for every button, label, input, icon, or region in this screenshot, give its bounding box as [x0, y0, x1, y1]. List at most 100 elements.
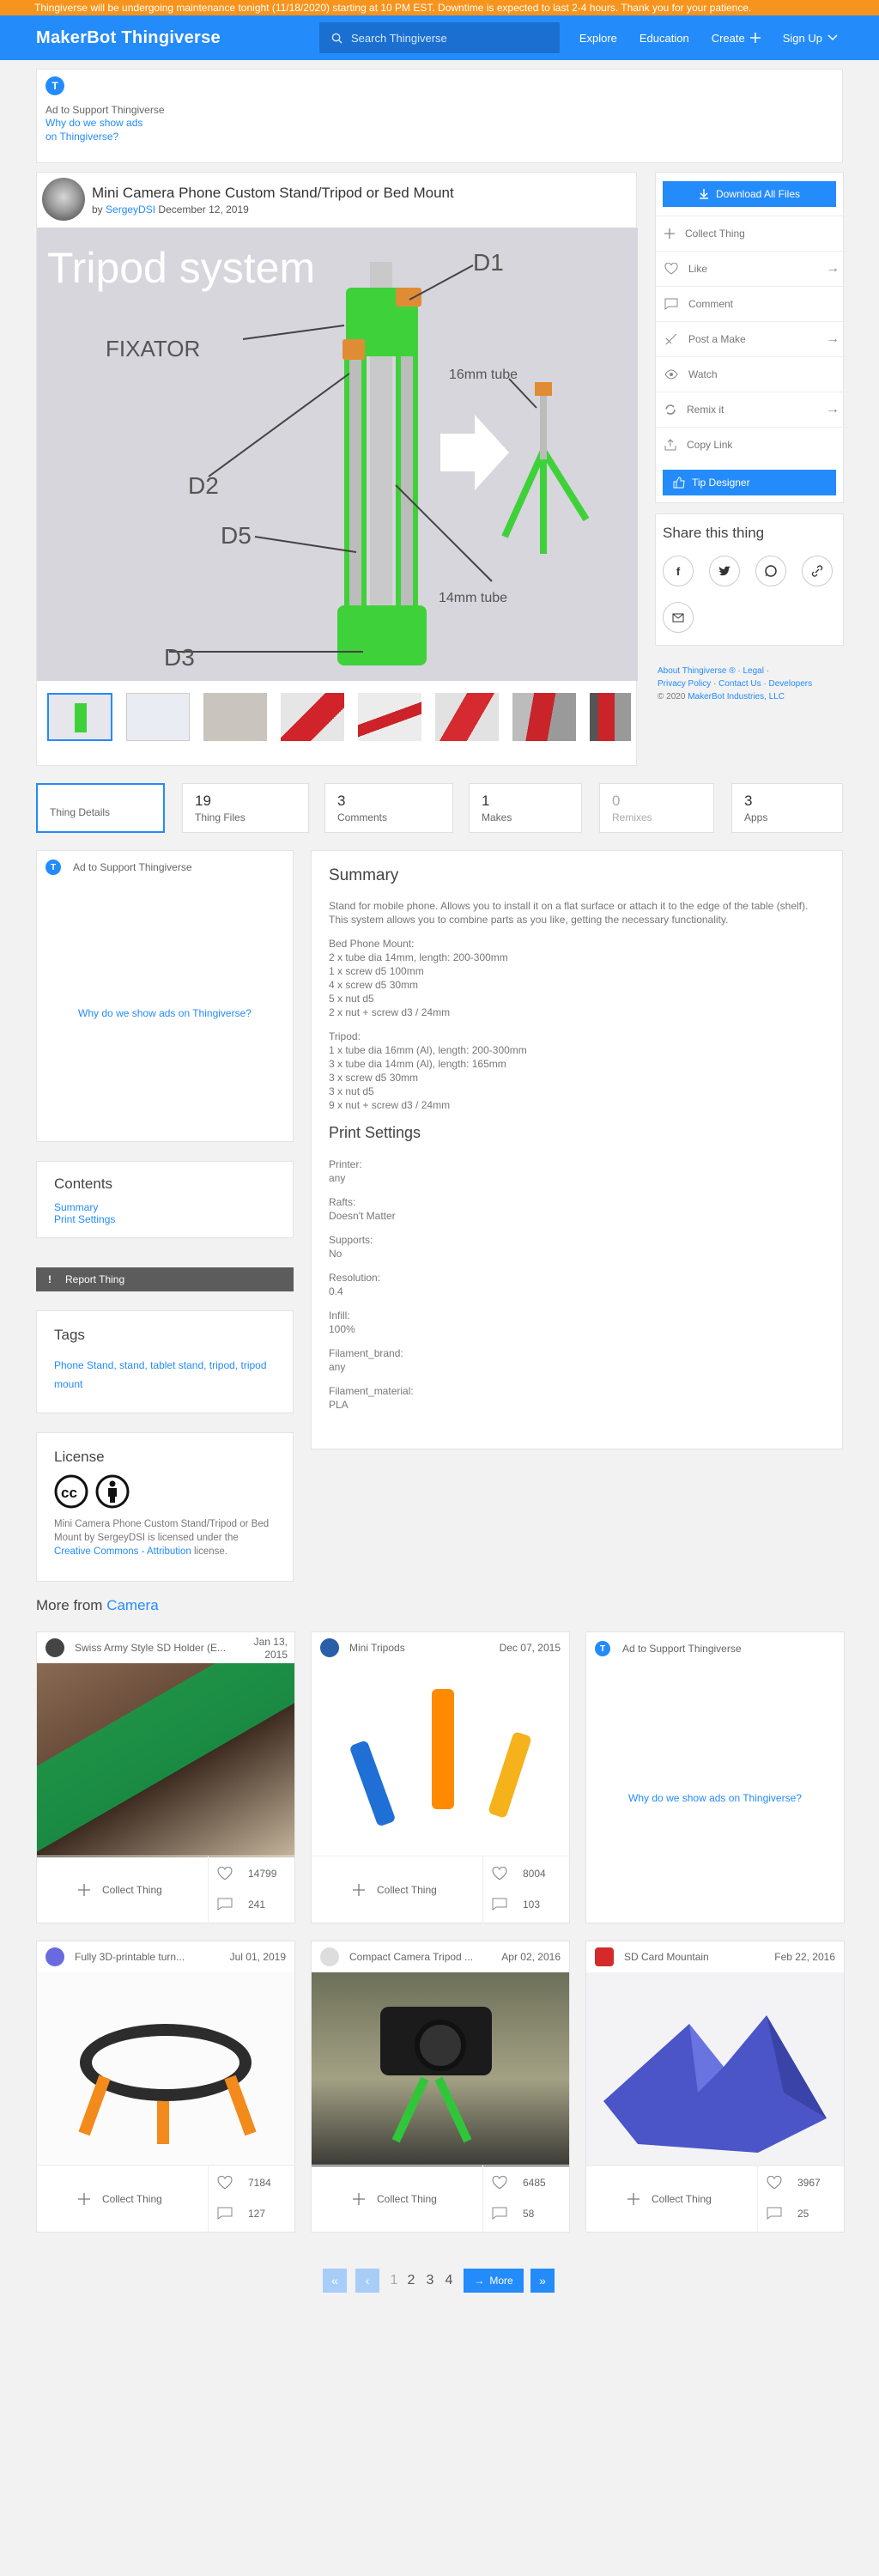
- report-thing-button[interactable]: ! Report Thing: [36, 1267, 294, 1291]
- tab-makes[interactable]: 1 Makes: [469, 783, 582, 833]
- page-1[interactable]: 1: [386, 2269, 402, 2293]
- thing-card-title[interactable]: Fully 3D-printable turn...: [75, 1951, 185, 1963]
- main-image[interactable]: Tripod system D1 FIXATOR 16mm tube D2 D5…: [37, 228, 638, 681]
- setting-key: Filament_brand:: [329, 1347, 403, 1359]
- author-link[interactable]: SergeyDSI: [106, 204, 155, 216]
- thing-card-image[interactable]: [37, 1972, 294, 2166]
- thing-card[interactable]: Fully 3D-printable turn... Jul 01, 2019 C…: [36, 1941, 295, 2233]
- collect-thing-button[interactable]: Collect Thing: [312, 1856, 483, 1923]
- tags-list[interactable]: Phone Stand, stand, tablet stand, tripod…: [54, 1356, 276, 1394]
- thing-card-title[interactable]: Mini Tripods: [349, 1642, 405, 1654]
- comment-count[interactable]: 241: [217, 1898, 265, 1911]
- setting-key: Rafts:: [329, 1196, 356, 1208]
- collect-thing-button[interactable]: Collect Thing: [586, 2166, 758, 2233]
- thing-card[interactable]: Compact Camera Tripod ... Apr 02, 2016 Co…: [311, 1941, 570, 2233]
- collect-thing-button[interactable]: Collect Thing: [37, 2166, 209, 2233]
- ad-why-link[interactable]: Why do we show ads on Thingiverse?: [37, 1007, 293, 1019]
- remix-button[interactable]: Remix it →: [656, 392, 848, 427]
- avatar[interactable]: [45, 1947, 64, 1966]
- thumbnail[interactable]: [590, 693, 631, 741]
- thing-card-image[interactable]: [37, 1663, 294, 1857]
- thing-card[interactable]: Swiss Army Style SD Holder (E... Jan 13, …: [36, 1631, 295, 1923]
- thumbnail[interactable]: [203, 693, 267, 741]
- ad-why-link[interactable]: Why do we show ads on Thingiverse?: [586, 1792, 844, 1804]
- like-count[interactable]: 14799: [217, 1867, 276, 1880]
- thumbnail[interactable]: [435, 693, 499, 741]
- post-make-button[interactable]: Post a Make →: [656, 321, 848, 356]
- contact-link[interactable]: Contact Us: [718, 679, 761, 689]
- tab-remixes[interactable]: 0 Remixes: [599, 783, 714, 833]
- nav-education[interactable]: Education: [640, 32, 689, 45]
- watch-button[interactable]: Watch: [656, 356, 848, 392]
- thing-card-title[interactable]: Compact Camera Tripod ...: [349, 1951, 473, 1963]
- tab-apps[interactable]: 3 Apps: [731, 783, 843, 833]
- like-count[interactable]: 3967: [767, 2176, 821, 2190]
- thumbnail[interactable]: [126, 693, 190, 741]
- thing-card-title[interactable]: SD Card Mountain: [624, 1951, 709, 1963]
- whatsapp-share-button[interactable]: [755, 556, 786, 586]
- avatar[interactable]: [45, 1638, 64, 1657]
- thumbnail[interactable]: [281, 693, 344, 741]
- thing-card-image[interactable]: [312, 1663, 569, 1857]
- like-count[interactable]: 7184: [217, 2176, 271, 2190]
- thing-card-image[interactable]: [312, 1972, 569, 2166]
- thing-card-title[interactable]: Swiss Army Style SD Holder (E...: [75, 1642, 226, 1654]
- email-share-button[interactable]: [663, 602, 694, 633]
- like-count[interactable]: 8004: [492, 1867, 546, 1880]
- author-avatar[interactable]: [42, 178, 85, 221]
- nav-signup[interactable]: Sign Up: [783, 32, 838, 45]
- comment-count[interactable]: 103: [492, 1898, 540, 1911]
- avatar[interactable]: [320, 1947, 339, 1966]
- prev-page-button[interactable]: ‹: [355, 2269, 379, 2293]
- avatar[interactable]: [320, 1638, 339, 1657]
- comment-count[interactable]: 25: [767, 2207, 809, 2220]
- category-link[interactable]: Camera: [106, 1597, 158, 1613]
- makerbot-link[interactable]: MakerBot Industries, LLC: [688, 692, 785, 702]
- legal-link[interactable]: Legal: [743, 666, 763, 676]
- collect-thing-button[interactable]: Collect Thing: [37, 1856, 209, 1923]
- ad-why-link[interactable]: Why do we show ads on Thingiverse?: [45, 116, 157, 143]
- thing-card-image[interactable]: [586, 1972, 844, 2166]
- privacy-link[interactable]: Privacy Policy: [658, 679, 711, 689]
- collect-thing-button[interactable]: Collect Thing: [312, 2166, 483, 2233]
- avatar[interactable]: [595, 1947, 614, 1966]
- twitter-share-button[interactable]: [709, 556, 740, 586]
- page-3[interactable]: 3: [422, 2269, 438, 2293]
- mini-tripod-orange: [432, 1689, 454, 1809]
- link-share-button[interactable]: [802, 556, 833, 586]
- contents-print-settings-link[interactable]: Print Settings: [54, 1213, 276, 1225]
- like-count[interactable]: 6485: [492, 2176, 546, 2190]
- page-2[interactable]: 2: [403, 2269, 419, 2293]
- search-input[interactable]: Search Thingiverse: [319, 22, 560, 53]
- tip-designer-button[interactable]: Tip Designer: [663, 470, 836, 495]
- thing-card[interactable]: Mini Tripods Dec 07, 2015 Collect Thing 8…: [311, 1631, 570, 1923]
- first-page-button[interactable]: «: [323, 2269, 347, 2293]
- download-all-button[interactable]: Download All Files: [663, 181, 836, 207]
- about-link[interactable]: About Thingiverse ®: [658, 666, 736, 676]
- thumbnail[interactable]: [512, 693, 576, 741]
- page-4[interactable]: 4: [441, 2269, 457, 2293]
- logo[interactable]: MakerBot Thingiverse: [36, 28, 221, 48]
- nav-create[interactable]: Create: [712, 32, 761, 45]
- facebook-share-button[interactable]: f: [663, 556, 694, 586]
- license-link[interactable]: Creative Commons - Attribution: [54, 1546, 191, 1557]
- tab-thing-details[interactable]: Thing Details: [36, 783, 165, 833]
- comment-count[interactable]: 127: [217, 2207, 265, 2220]
- last-page-button[interactable]: »: [530, 2269, 555, 2293]
- like-count-value: 6485: [523, 2177, 546, 2189]
- like-button[interactable]: Like →: [656, 251, 848, 286]
- thumbnail[interactable]: [358, 693, 421, 741]
- copy-link-button[interactable]: Copy Link: [656, 427, 848, 462]
- contents-summary-link[interactable]: Summary: [54, 1201, 276, 1213]
- thing-card[interactable]: SD Card Mountain Feb 22, 2016 Collect Thi…: [585, 1941, 845, 2233]
- tab-thing-files[interactable]: 19 Thing Files: [182, 783, 309, 833]
- more-pages-button[interactable]: → More: [464, 2269, 524, 2293]
- tab-comments[interactable]: 3 Comments: [324, 783, 453, 833]
- thumbnail[interactable]: [47, 693, 112, 741]
- collect-thing-button[interactable]: Collect Thing: [656, 216, 848, 251]
- nav-explore[interactable]: Explore: [579, 32, 617, 45]
- developers-link[interactable]: Developers: [769, 679, 813, 689]
- comment-count[interactable]: 58: [492, 2207, 534, 2220]
- copyright: © 2020: [658, 692, 686, 702]
- comment-button[interactable]: Comment: [656, 286, 848, 321]
